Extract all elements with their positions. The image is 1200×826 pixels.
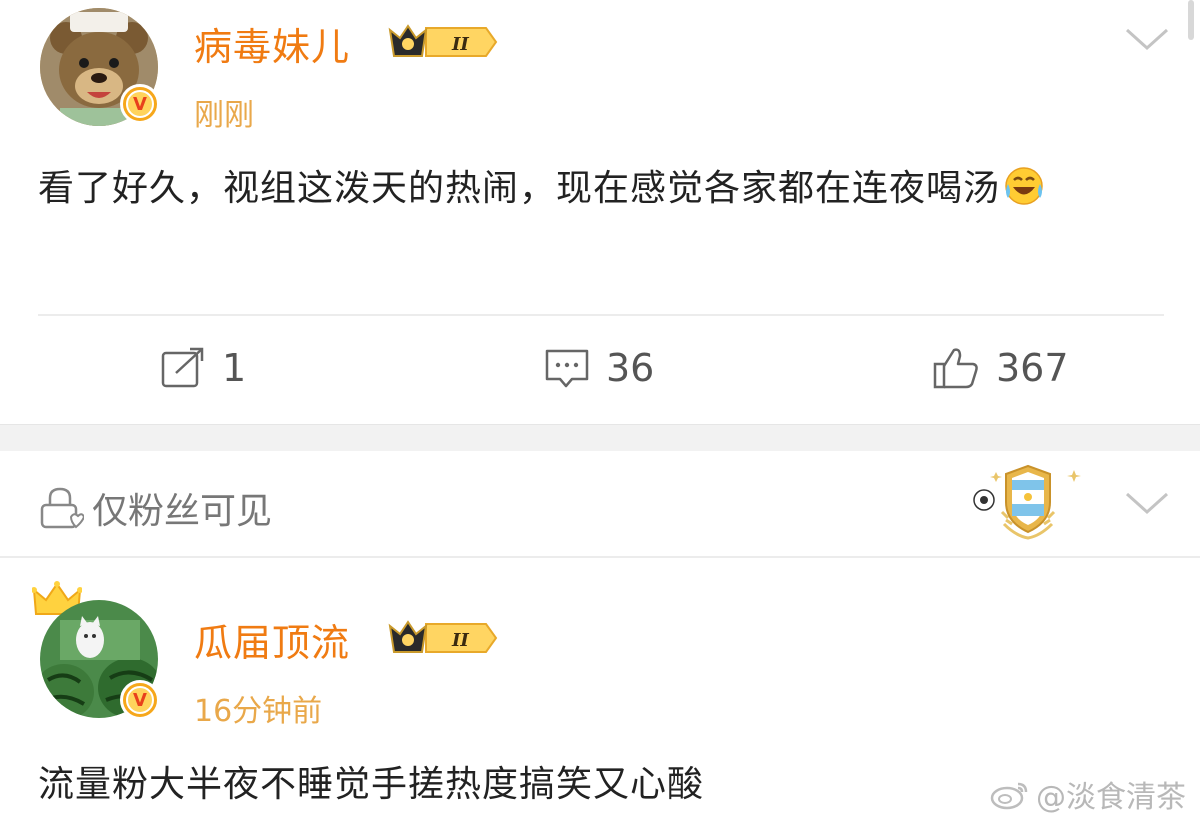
like-icon: [933, 348, 978, 389]
like-button[interactable]: 367: [932, 346, 1069, 390]
visibility-text: 仅粉丝可见: [92, 491, 273, 532]
post-body: 看了好久，视组这泼天的热闹，现在感觉各家都在连夜喝汤: [38, 156, 1164, 222]
level-text: II: [451, 34, 469, 55]
post-text: 看了好久，视组这泼天的热闹，现在感觉各家都在连夜喝汤: [38, 168, 1001, 209]
crown-level-badge: II: [388, 620, 498, 653]
comment-button[interactable]: 36: [544, 346, 654, 390]
repost-count: 1: [222, 346, 247, 390]
divider: [0, 556, 1200, 558]
argentina-fan-badge-icon: [973, 464, 1081, 540]
like-count: 367: [996, 346, 1069, 390]
divider: [38, 314, 1164, 316]
post-time: 刚刚: [194, 98, 254, 133]
weibo-logo-icon: [990, 782, 1028, 810]
post-time: 16分钟前: [194, 694, 323, 729]
laughing-tears-emoji-icon: [1005, 167, 1043, 205]
post-body: 流量粉大半夜不睡觉手搓热度搞笑又心酸: [38, 752, 938, 818]
username[interactable]: 瓜届顶流: [194, 612, 350, 667]
post-card-1: V 病毒妹儿 II 刚刚 看了好久，视组这泼天的热闹，现在感觉各家都在连夜喝汤 …: [0, 0, 1200, 424]
lock-heart-icon: [40, 487, 84, 529]
comment-count: 36: [606, 346, 655, 390]
fans-only-label: 仅粉丝可见: [38, 482, 272, 534]
chevron-down-icon[interactable]: [1124, 26, 1170, 54]
watermark: @淡食清茶: [990, 772, 1186, 816]
verified-v-icon: V: [120, 680, 160, 720]
repost-button[interactable]: 1: [160, 346, 246, 390]
section-gap: [0, 424, 1200, 452]
comment-icon: [545, 349, 589, 388]
scrollbar-thumb[interactable]: [1188, 0, 1194, 40]
verified-v-icon: V: [120, 84, 160, 124]
crown-level-badge: II: [388, 24, 498, 57]
username[interactable]: 病毒妹儿: [194, 16, 350, 71]
post-text: 流量粉大半夜不睡觉手搓热度搞笑又心酸: [38, 764, 705, 805]
repost-icon: [161, 347, 204, 388]
level-text: II: [451, 630, 469, 651]
watermark-text: @淡食清茶: [1036, 780, 1186, 815]
chevron-down-icon[interactable]: [1124, 490, 1170, 518]
